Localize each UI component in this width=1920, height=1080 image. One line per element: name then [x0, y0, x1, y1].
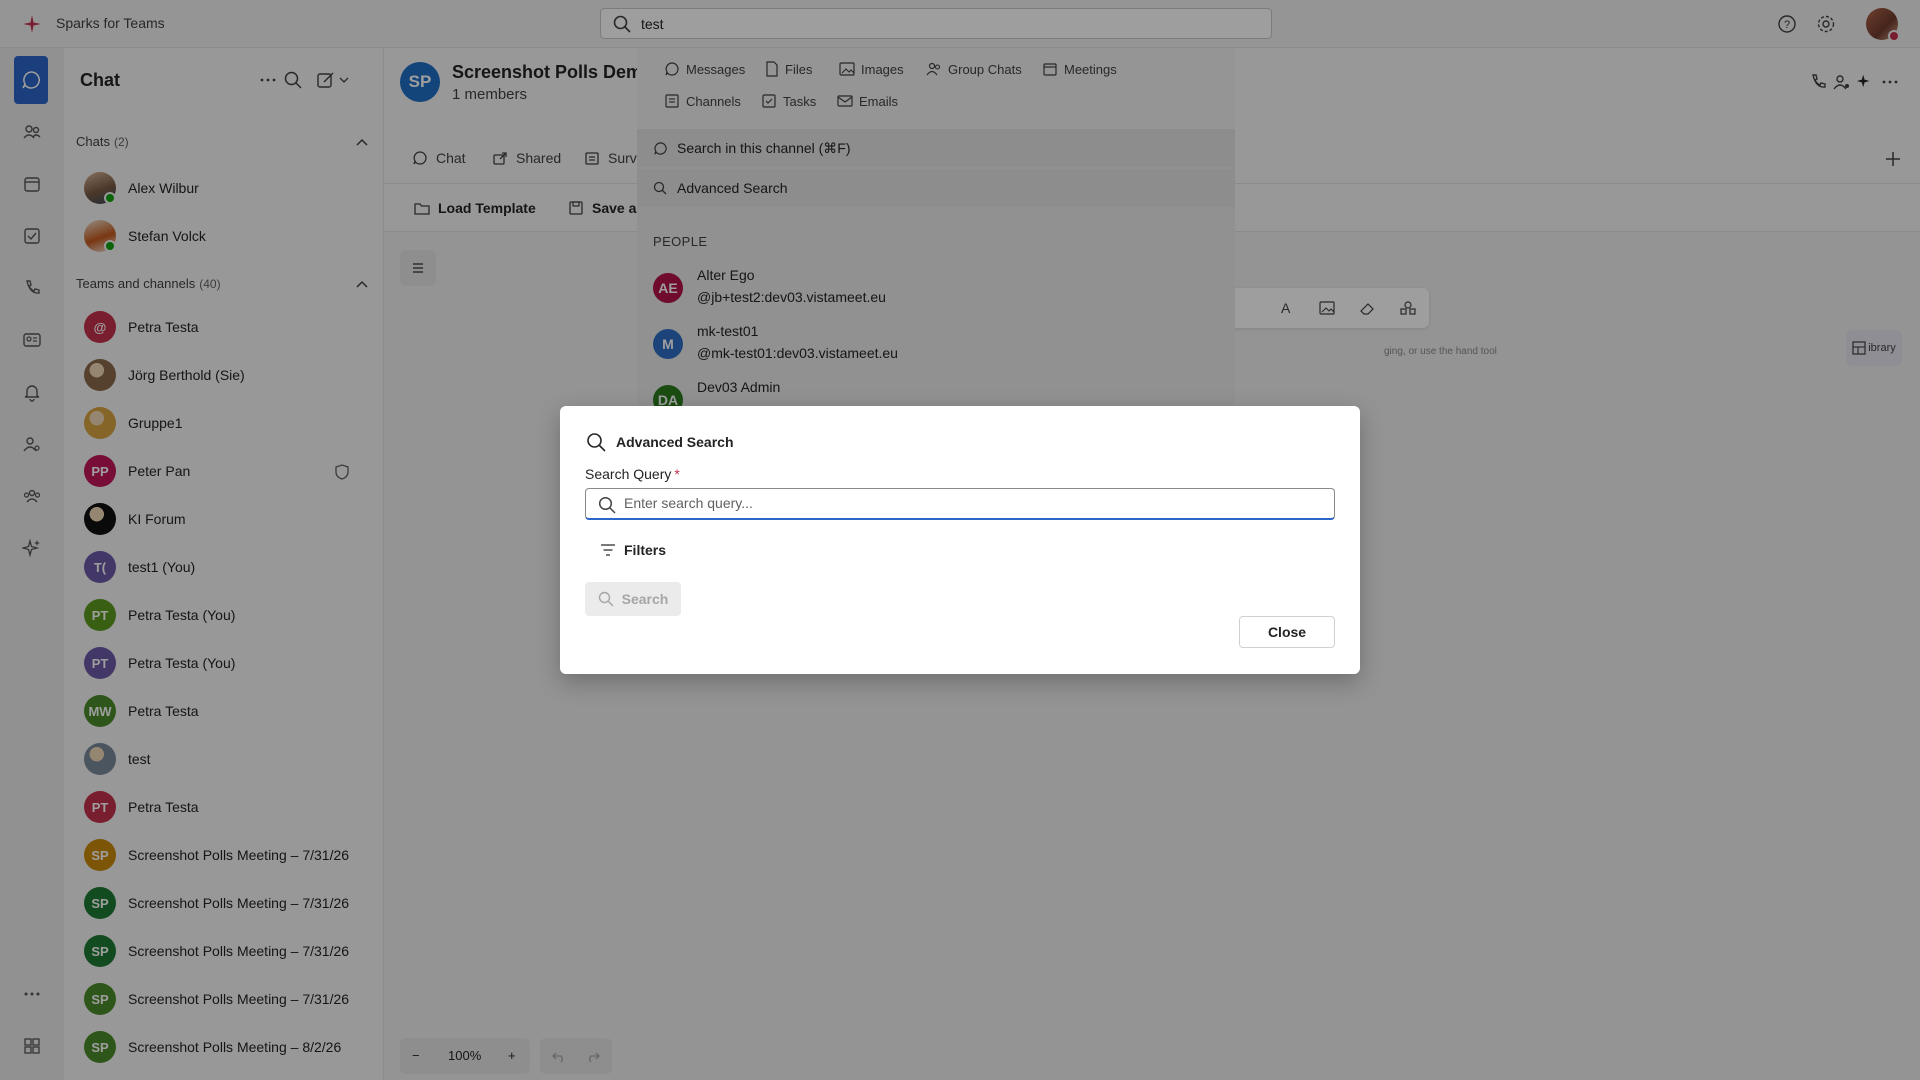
close-button[interactable]: Close: [1239, 616, 1335, 648]
filter-icon: [601, 544, 615, 556]
dialog-title: Advanced Search: [616, 434, 734, 450]
search-icon: [598, 496, 616, 514]
search-button[interactable]: Search: [585, 582, 681, 616]
search-button-label: Search: [621, 591, 669, 607]
search-query-label: Search Query *: [585, 466, 680, 482]
filters-label: Filters: [624, 542, 667, 558]
search-query-field[interactable]: [585, 488, 1335, 520]
advanced-search-dialog: Advanced Search Search Query* Filters Se…: [560, 406, 1360, 674]
dropdown-dim: [637, 48, 1235, 410]
required-asterisk: *: [674, 466, 680, 482]
search-query-input[interactable]: [624, 495, 1324, 511]
search-icon: [587, 433, 606, 452]
search-icon: [598, 591, 614, 607]
search-query-label-text: Search Query: [585, 466, 672, 482]
filters-button[interactable]: Filters: [600, 542, 666, 558]
